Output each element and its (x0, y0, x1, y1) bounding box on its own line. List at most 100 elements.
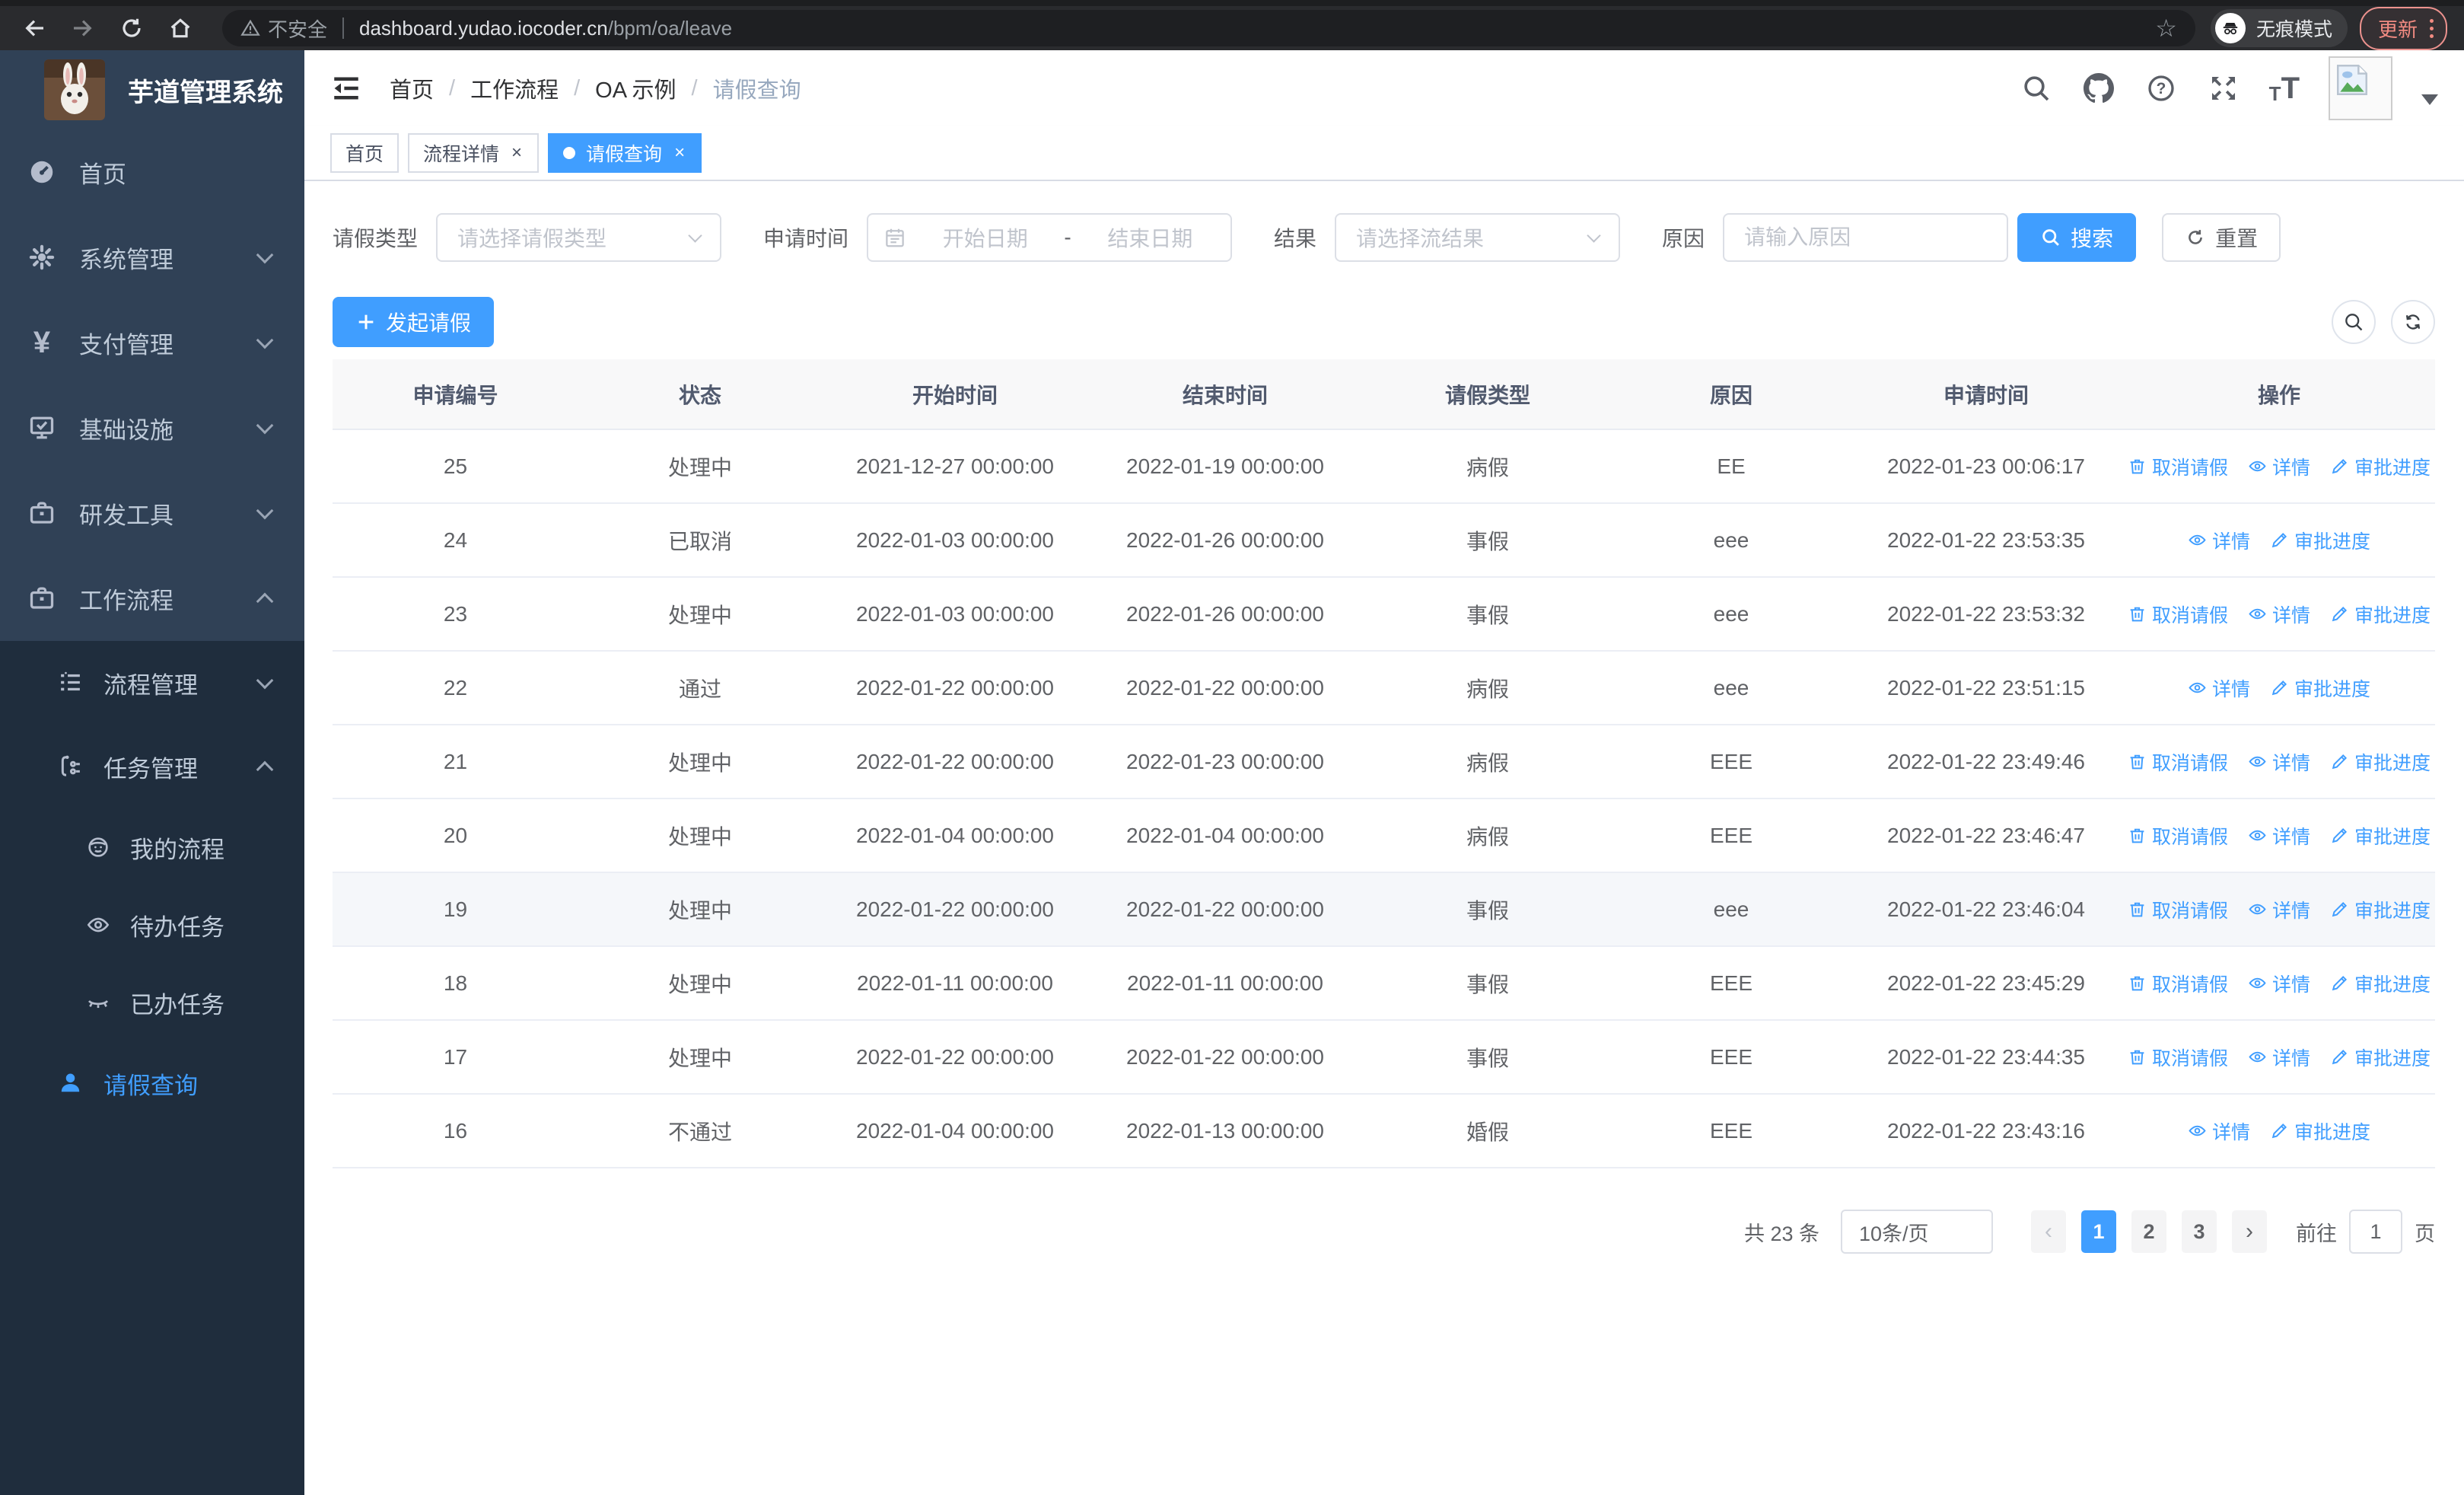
help-button[interactable]: ? (2144, 72, 2178, 105)
address-bar[interactable]: 不安全 dashboard.yudao.iocoder.cn/bpm/oa/le… (222, 10, 2195, 46)
cancel-leave-link[interactable]: 取消请假 (2128, 453, 2228, 480)
browser-menu-icon[interactable] (2430, 18, 2434, 38)
close-tab-icon[interactable]: × (510, 144, 524, 162)
audit-progress-link[interactable]: 审批进度 (2270, 527, 2370, 554)
result-select[interactable]: 请选择流结果 (1335, 213, 1621, 262)
bookmark-star-icon[interactable]: ☆ (2155, 14, 2177, 43)
page-size-select[interactable]: 10条/页 (1841, 1210, 1993, 1254)
browser-reload-button[interactable] (114, 11, 149, 46)
column-header: 操作 (2257, 383, 2300, 407)
reset-button[interactable]: 重置 (2162, 213, 2281, 262)
sidebar-logo-row[interactable]: 芋道管理系统 (0, 50, 304, 129)
sidebar-item-workflow[interactable]: 工作流程 (0, 556, 304, 641)
tab-请假查询[interactable]: 请假查询 × (548, 133, 702, 173)
cell-end-time: 2022-01-04 00:00:00 (1126, 823, 1324, 847)
sidebar-item-payment[interactable]: ¥ 支付管理 (0, 300, 304, 385)
audit-progress-link[interactable]: 审批进度 (2270, 1117, 2370, 1145)
audit-progress-link[interactable]: 审批进度 (2270, 674, 2370, 702)
create-leave-button[interactable]: 发起请假 (333, 297, 495, 347)
page-button-1[interactable]: 1 (2081, 1210, 2116, 1253)
yen-icon: ¥ (33, 326, 51, 359)
sidebar-item-dev-tools[interactable]: 研发工具 (0, 470, 304, 556)
edit-icon (2271, 532, 2287, 548)
eye-icon (2249, 904, 2266, 915)
prev-page-button[interactable]: ‹ (2031, 1210, 2066, 1253)
cancel-leave-link[interactable]: 取消请假 (2128, 601, 2228, 628)
reason-input[interactable] (1723, 213, 2009, 262)
page: 不安全 dashboard.yudao.iocoder.cn/bpm/oa/le… (0, 0, 2464, 1495)
sidebar-item-leave-query[interactable]: 请假查询 (0, 1041, 304, 1125)
detail-link[interactable]: 详情 (2248, 453, 2310, 480)
column-header: 原因 (1709, 383, 1752, 407)
detail-link[interactable]: 详情 (2188, 674, 2250, 702)
avatar[interactable] (2329, 56, 2392, 120)
detail-link[interactable]: 详情 (2248, 896, 2310, 923)
cell-status: 处理中 (667, 1046, 732, 1070)
sidebar-item-task-management[interactable]: 任务管理 (0, 725, 304, 808)
sidebar-item-system[interactable]: 系统管理 (0, 215, 304, 300)
fullscreen-button[interactable] (2207, 72, 2240, 105)
detail-link[interactable]: 详情 (2248, 601, 2310, 628)
audit-progress-link[interactable]: 审批进度 (2330, 970, 2431, 997)
browser-update-button[interactable]: 更新 (2359, 6, 2447, 50)
next-page-button[interactable]: › (2232, 1210, 2267, 1253)
audit-progress-link[interactable]: 审批进度 (2330, 822, 2431, 850)
cell-leave-type: 病假 (1466, 455, 1509, 480)
breadcrumb-item[interactable]: 工作流程 (470, 72, 559, 104)
sidebar-item-done-tasks[interactable]: 已办任务 (0, 964, 304, 1041)
leave-type-select[interactable]: 请选择请假类型 (436, 213, 722, 262)
cancel-leave-link[interactable]: 取消请假 (2128, 1044, 2228, 1071)
sidebar-item-infrastructure[interactable]: 基础设施 (0, 385, 304, 470)
audit-progress-link[interactable]: 审批进度 (2330, 453, 2431, 480)
audit-progress-link[interactable]: 审批进度 (2330, 601, 2431, 628)
browser-back-button[interactable] (17, 11, 52, 46)
github-button[interactable] (2082, 72, 2115, 105)
security-status[interactable]: 不安全 (240, 14, 327, 43)
search-button[interactable]: 搜索 (2017, 213, 2137, 262)
breadcrumb-item[interactable]: OA 示例 (595, 72, 676, 104)
trash-icon (2130, 607, 2144, 622)
table-row: 21 处理中 2022-01-22 00:00:00 2022-01-23 00… (333, 725, 2435, 799)
audit-progress-link[interactable]: 审批进度 (2330, 1044, 2431, 1071)
sidebar-item-home[interactable]: 首页 (0, 129, 304, 215)
detail-link[interactable]: 详情 (2248, 822, 2310, 850)
detail-link[interactable]: 详情 (2188, 1117, 2250, 1145)
tab-流程详情[interactable]: 流程详情 × (408, 133, 540, 173)
toggle-search-button[interactable] (2332, 300, 2376, 344)
user-menu-caret-icon[interactable] (2421, 94, 2438, 105)
cancel-leave-link[interactable]: 取消请假 (2128, 822, 2228, 850)
cancel-leave-link[interactable]: 取消请假 (2128, 748, 2228, 776)
chevron-down-icon (688, 228, 702, 243)
audit-progress-link[interactable]: 审批进度 (2330, 748, 2431, 776)
detail-label: 详情 (2211, 1121, 2250, 1143)
goto-page-input[interactable] (2349, 1210, 2402, 1254)
sidebar-item-todo-tasks[interactable]: 待办任务 (0, 886, 304, 964)
font-size-button[interactable]: TT (2269, 73, 2300, 104)
tab-首页[interactable]: 首页 (330, 133, 400, 173)
broken-image-icon (2337, 65, 2367, 95)
header-search-button[interactable] (2020, 72, 2053, 105)
refresh-table-button[interactable] (2391, 300, 2435, 344)
detail-link[interactable]: 详情 (2248, 1044, 2310, 1071)
page-button-2[interactable]: 2 (2131, 1210, 2166, 1253)
detail-link[interactable]: 详情 (2248, 748, 2310, 776)
audit-progress-link[interactable]: 审批进度 (2330, 896, 2431, 923)
close-tab-icon[interactable]: × (673, 144, 686, 162)
page-button-3[interactable]: 3 (2182, 1210, 2217, 1253)
table-toolbar: 发起请假 (333, 297, 2435, 347)
breadcrumb-separator: / (574, 75, 581, 100)
filter-bar: 请假类型 请选择请假类型 申请时间 开始日期 - 结束日期 结果 请选择流结果 … (333, 213, 2435, 262)
breadcrumb-item[interactable]: 首页 (390, 72, 434, 104)
sidebar-item-process-management[interactable]: 流程管理 (0, 641, 304, 725)
cancel-leave-link[interactable]: 取消请假 (2128, 970, 2228, 997)
browser-home-button[interactable] (163, 11, 198, 46)
cell-reason: EEE (1709, 823, 1753, 847)
sidebar-item-my-process[interactable]: 我的流程 (0, 808, 304, 886)
detail-link[interactable]: 详情 (2248, 970, 2310, 997)
cancel-leave-link[interactable]: 取消请假 (2128, 896, 2228, 923)
detail-link[interactable]: 详情 (2188, 527, 2250, 554)
sidebar-collapse-button[interactable] (330, 72, 362, 104)
browser-forward-button[interactable] (65, 11, 100, 46)
apply-time-range-picker[interactable]: 开始日期 - 结束日期 (867, 213, 1233, 262)
eye-icon (2249, 756, 2266, 767)
